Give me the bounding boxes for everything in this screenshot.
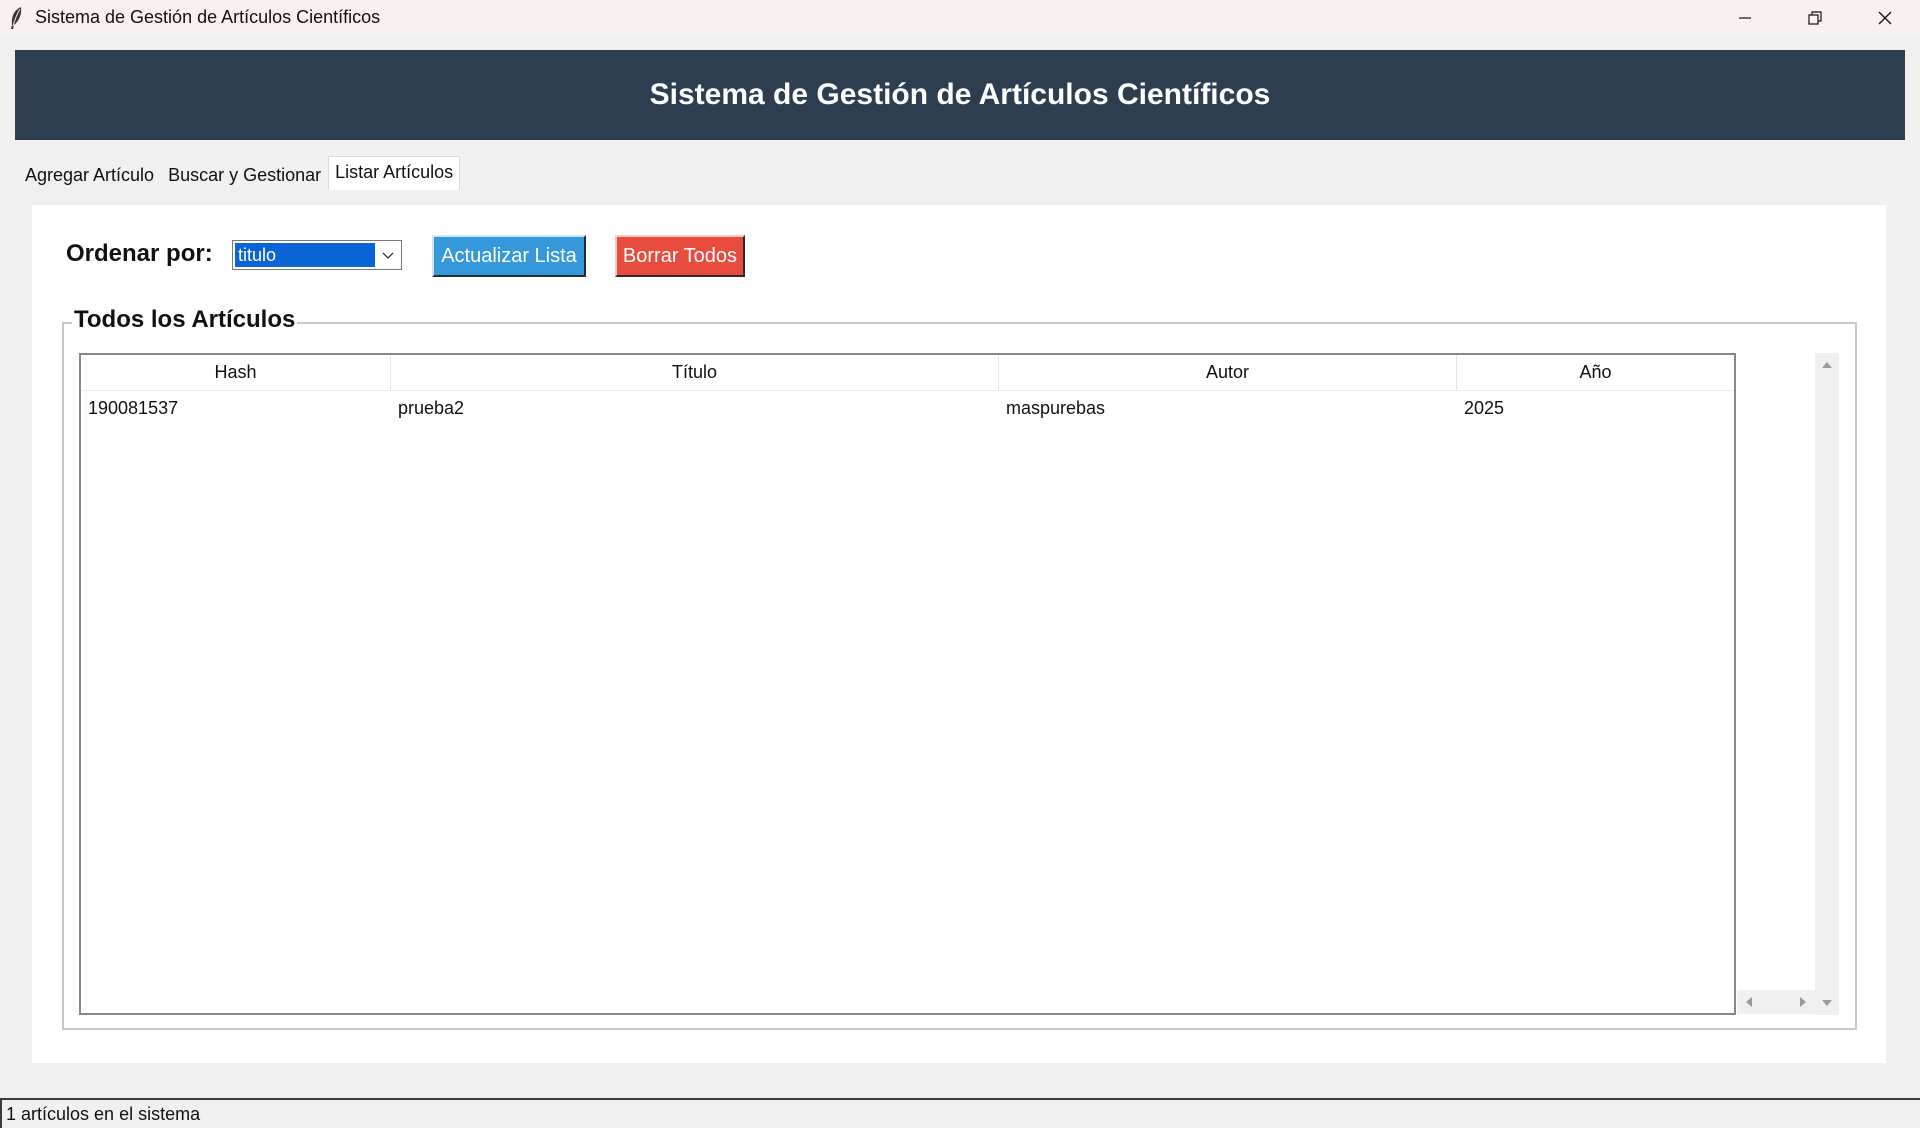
cell-anio: 2025 bbox=[1464, 397, 1505, 418]
chevron-down-icon[interactable] bbox=[375, 241, 401, 269]
column-header-hash[interactable]: Hash bbox=[81, 355, 391, 390]
column-header-titulo[interactable]: Título bbox=[391, 355, 999, 390]
header-banner: Sistema de Gestión de Artículos Científi… bbox=[15, 50, 1905, 140]
articles-table[interactable]: Hash Título Autor Año 190081537 prueba2 … bbox=[79, 353, 1736, 1015]
feather-icon bbox=[7, 6, 25, 30]
tab-bar: Agregar Artículo Buscar y Gestionar List… bbox=[18, 156, 461, 190]
tab-buscar-gestionar[interactable]: Buscar y Gestionar bbox=[161, 160, 328, 190]
status-text: 1 artículos en el sistema bbox=[6, 1103, 201, 1124]
cell-hash: 190081537 bbox=[88, 397, 179, 418]
column-header-anio[interactable]: Año bbox=[1457, 355, 1734, 390]
restore-button[interactable] bbox=[1780, 0, 1850, 35]
cell-autor: maspurebas bbox=[1006, 397, 1106, 418]
refresh-list-button[interactable]: Actualizar Lista bbox=[432, 235, 586, 277]
close-button[interactable] bbox=[1850, 0, 1920, 35]
table-header: Hash Título Autor Año bbox=[81, 355, 1734, 391]
delete-all-button[interactable]: Borrar Todos bbox=[615, 235, 745, 277]
minimize-button[interactable] bbox=[1710, 0, 1780, 35]
horizontal-scrollbar[interactable] bbox=[1737, 990, 1815, 1014]
scroll-left-icon[interactable] bbox=[1737, 990, 1761, 1014]
scroll-up-icon[interactable] bbox=[1815, 353, 1839, 377]
tab-listar-articulos[interactable]: Listar Artículos bbox=[328, 156, 461, 190]
order-by-value[interactable]: titulo bbox=[235, 243, 375, 267]
tab-agregar-articulo[interactable]: Agregar Artículo bbox=[18, 160, 161, 190]
order-by-combobox[interactable]: titulo bbox=[232, 240, 402, 270]
articles-group-title: Todos los Artículos bbox=[72, 306, 298, 334]
window-title: Sistema de Gestión de Artículos Científi… bbox=[35, 7, 381, 27]
page-title: Sistema de Gestión de Artículos Científi… bbox=[649, 78, 1271, 111]
vertical-scrollbar[interactable] bbox=[1815, 353, 1839, 1015]
column-header-autor[interactable]: Autor bbox=[999, 355, 1457, 390]
status-bar: 1 artículos en el sistema bbox=[0, 1098, 1920, 1128]
scroll-down-icon[interactable] bbox=[1815, 991, 1839, 1015]
window-titlebar: Sistema de Gestión de Artículos Científi… bbox=[0, 0, 1920, 35]
scroll-right-icon[interactable] bbox=[1791, 990, 1815, 1014]
cell-titulo: prueba2 bbox=[398, 397, 465, 418]
order-by-label: Ordenar por: bbox=[66, 240, 213, 267]
table-row[interactable]: 190081537 prueba2 maspurebas 2025 bbox=[81, 391, 1734, 425]
